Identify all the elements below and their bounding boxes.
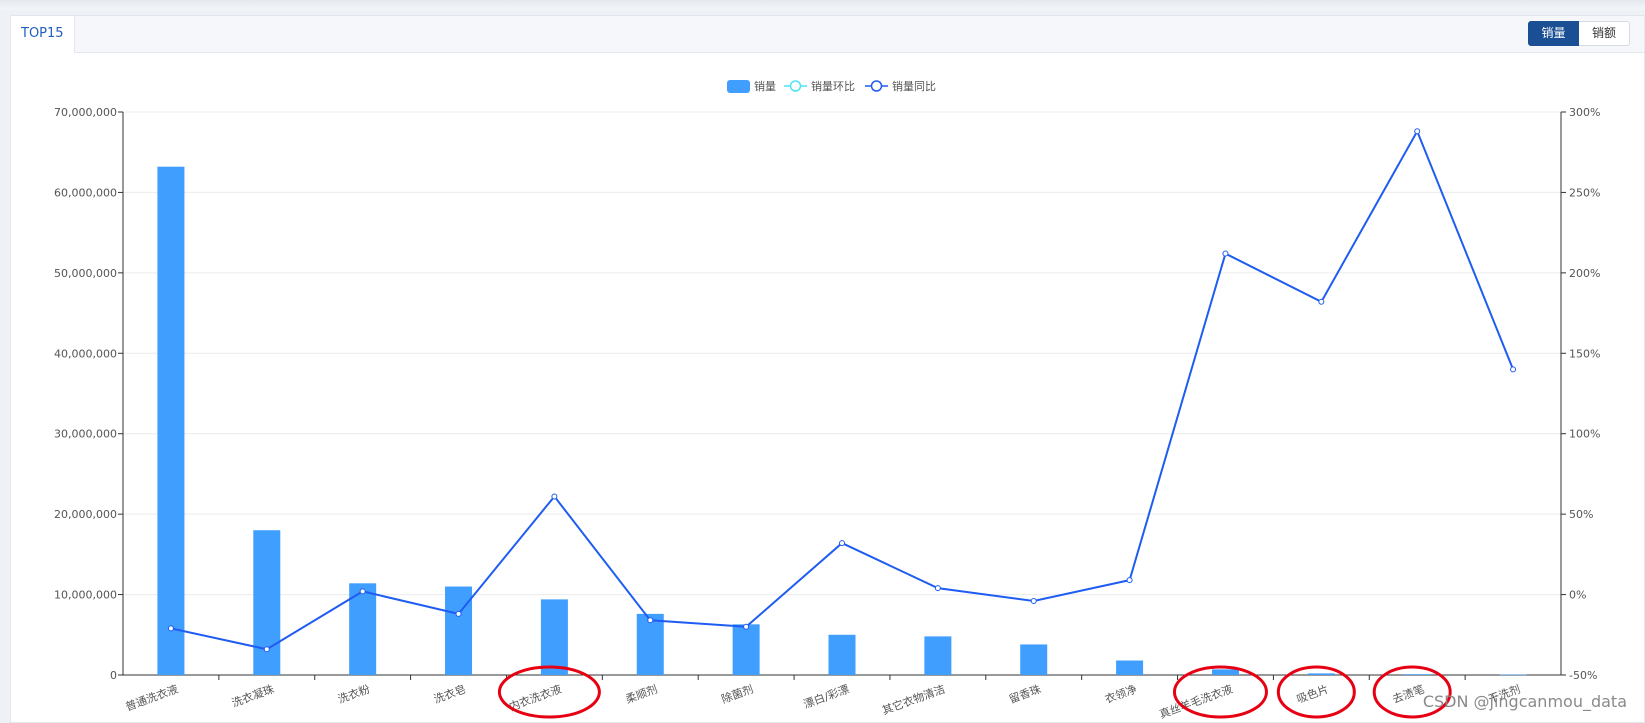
point-yoy xyxy=(647,617,654,624)
x-tick-label: 真丝羊毛洗衣液 xyxy=(1157,682,1234,721)
point-yoy xyxy=(551,493,558,500)
bar-洗衣凝珠 xyxy=(253,530,281,675)
y-right-tick-label: 50% xyxy=(1569,508,1593,521)
legend: 销量 销量环比 销量同比 xyxy=(727,79,936,93)
legend-marker-yoy xyxy=(870,80,883,92)
bar-洗衣皂 xyxy=(445,586,473,675)
point-yoy xyxy=(839,540,845,547)
bar-吸色片 xyxy=(1307,673,1335,675)
bar-除菌剂 xyxy=(732,624,760,675)
x-tick-label: 洗衣皂 xyxy=(432,682,468,706)
point-yoy xyxy=(1318,298,1325,305)
y-right-tick-label: 250% xyxy=(1569,186,1600,199)
bar-普通洗衣液 xyxy=(157,166,185,676)
y-right-tick-label: 150% xyxy=(1569,347,1600,360)
bar-去渍笔 xyxy=(1403,674,1431,675)
line-yoy xyxy=(170,128,1514,651)
y-left-tick-label: 40,000,000 xyxy=(54,347,117,360)
x-tick-label: 柔顺剂 xyxy=(623,682,659,706)
x-tick-label: 衣领净 xyxy=(1103,682,1139,706)
x-tick-label: 去渍笔 xyxy=(1390,682,1426,706)
legend-swatch-bar xyxy=(727,80,750,93)
y-right-tick-label: 100% xyxy=(1569,428,1600,441)
y-left-tick-label: 10,000,000 xyxy=(54,589,117,602)
point-yoy xyxy=(1030,598,1037,605)
point-yoy xyxy=(1510,366,1517,373)
point-yoy xyxy=(743,623,750,630)
x-tick-label: 除菌剂 xyxy=(719,682,755,706)
y-right-tick-label: 300% xyxy=(1569,106,1600,119)
legend-label-mom: 销量环比 xyxy=(811,79,855,93)
x-tick-label: 普通洗衣液 xyxy=(123,682,179,714)
point-yoy xyxy=(934,585,941,592)
y-left-tick-label: 60,000,000 xyxy=(54,186,117,199)
bar-真丝羊毛洗衣液 xyxy=(1211,669,1239,675)
x-tick-label: 漂白/彩漂 xyxy=(801,682,851,711)
y-left-tick-label: 20,000,000 xyxy=(54,508,117,521)
bar-留香珠 xyxy=(1020,644,1048,675)
x-tick-label: 吸色片 xyxy=(1295,682,1331,706)
point-yoy xyxy=(1414,128,1421,135)
legend-label-sales: 销量 xyxy=(754,79,776,93)
bar-其它衣物清洁 xyxy=(924,636,952,675)
point-yoy xyxy=(263,646,270,653)
y-right-tick-label: 200% xyxy=(1569,267,1600,280)
bar-衣领净 xyxy=(1116,660,1144,675)
bar-漂白/彩漂 xyxy=(828,634,856,675)
y-right-tick-label: -50% xyxy=(1569,669,1597,682)
y-right-tick-label: 0% xyxy=(1569,589,1586,602)
bar-内衣洗衣液 xyxy=(540,599,568,675)
point-yoy xyxy=(167,625,174,632)
point-yoy xyxy=(1126,577,1133,584)
bar-干洗剂 xyxy=(1499,674,1527,676)
y-left-tick-label: 30,000,000 xyxy=(54,428,117,441)
legend-label-yoy: 销量同比 xyxy=(892,79,936,93)
y-left-tick-label: 70,000,000 xyxy=(54,106,117,119)
point-yoy xyxy=(455,610,462,617)
point-yoy xyxy=(1222,250,1229,257)
y-left-tick-label: 50,000,000 xyxy=(54,267,117,280)
x-tick-label: 其它衣物清洁 xyxy=(880,682,947,718)
point-yoy xyxy=(359,588,366,595)
x-tick-label: 洗衣凝珠 xyxy=(230,682,276,710)
x-tick-label: 留香珠 xyxy=(1007,682,1043,706)
legend-marker-mom xyxy=(789,80,802,92)
x-tick-label: 洗衣粉 xyxy=(336,682,372,706)
combo-chart: 0 -50% 10,000,000 0% 20,000,000 50% 30,000,000… xyxy=(54,79,1600,721)
watermark: CSDN @jingcanmou_data xyxy=(1422,692,1627,711)
y-left-tick-label: 0 xyxy=(110,669,117,682)
